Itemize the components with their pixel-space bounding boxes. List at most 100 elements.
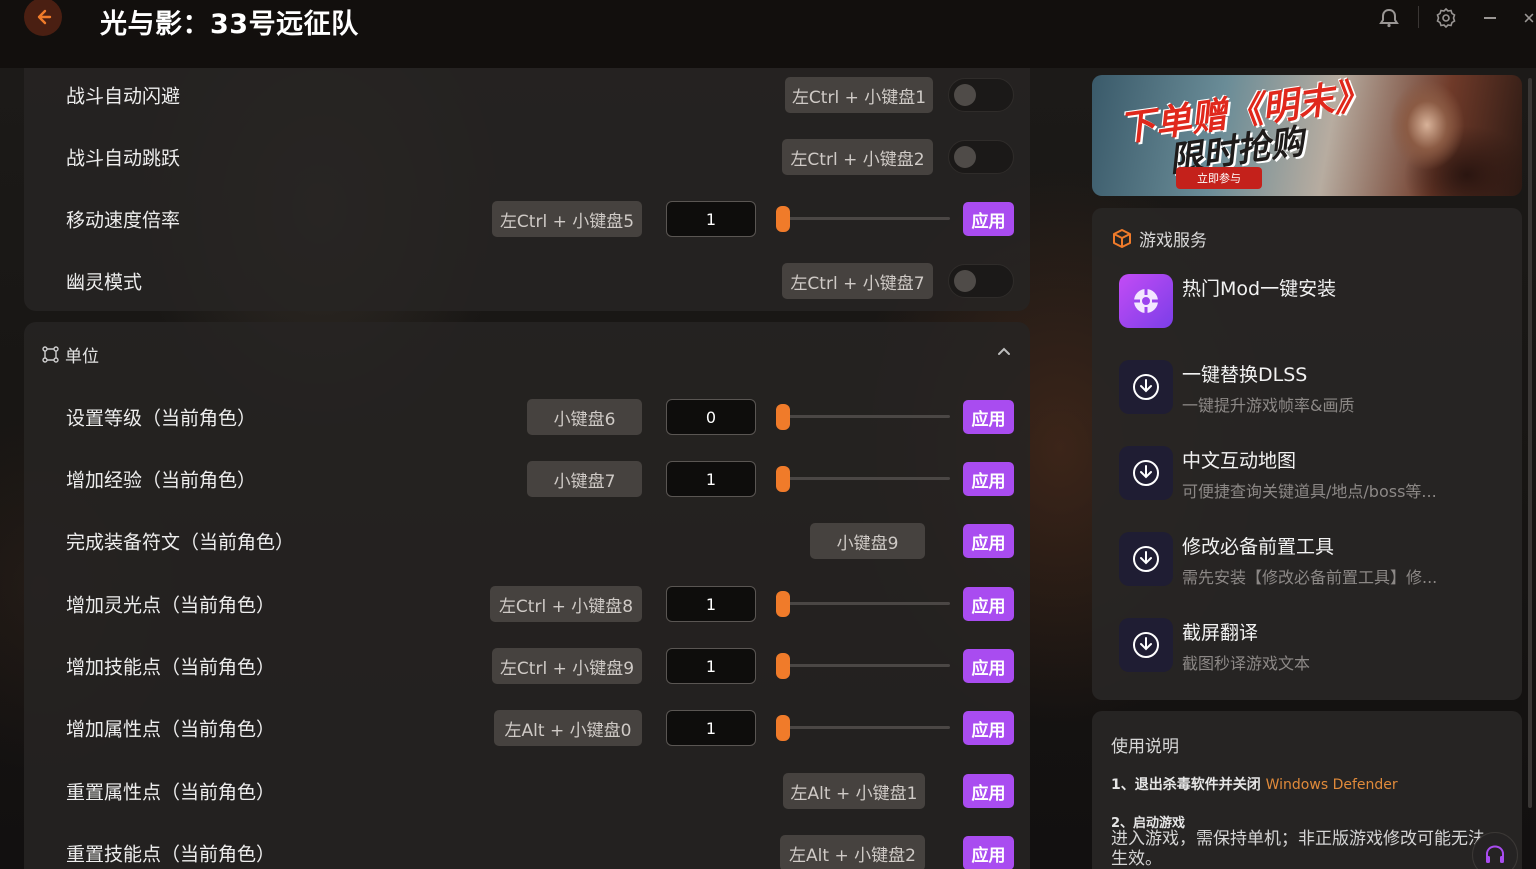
apply-button[interactable]: 应用 [963,649,1014,683]
apply-button[interactable]: 应用 [963,711,1014,745]
section-title: 单位 [65,347,99,367]
apply-button[interactable]: 应用 [963,836,1014,869]
cube-icon [1113,228,1131,248]
service-desc: 需先安装【修改必备前置工具】修... [1182,568,1438,587]
hotkey-button[interactable]: 左Ctrl + 小键盘2 [782,139,933,175]
cheat-label: 战斗自动闪避 [66,85,181,108]
cheat-label: 增加技能点（当前角色） [66,656,276,679]
value-slider[interactable] [776,652,950,680]
cheat-label: 重置属性点（当前角色） [66,781,276,804]
usage-step-2-desc: 进入游戏，需保持单机；非正版游戏修改可能无法生效。 [1111,829,1485,869]
apply-button[interactable]: 应用 [963,400,1014,434]
service-desc: 可便捷查询关键道具/地点/boss等... [1182,482,1437,501]
cheat-panel-unit: 单位 设置等级（当前角色） 小键盘6 0 应用 增加经验（当前角色） 小键盘7 … [24,322,1030,869]
usage-step-1: 1、退出杀毒软件并关闭 Windows Defender [1111,774,1398,794]
service-item[interactable]: 修改必备前置工具 需先安装【修改必备前置工具】修... [1119,532,1509,588]
banner-cta-button[interactable]: 立即参与 [1176,167,1262,189]
settings-button[interactable] [1434,6,1458,30]
value-slider[interactable] [776,714,950,742]
slider-thumb[interactable] [776,653,790,679]
slider-track [776,726,950,729]
app-title: 光与影：33号远征队 [100,9,359,40]
toggle-switch[interactable] [948,140,1014,174]
value-input[interactable]: 1 [666,461,756,497]
apply-button[interactable]: 应用 [963,462,1014,496]
close-icon [1524,13,1534,23]
slider-thumb[interactable] [776,715,790,741]
download-icon [1119,360,1173,414]
minimize-button[interactable] [1478,6,1502,30]
notification-button[interactable] [1377,6,1401,30]
usage-instructions: 使用说明 1、退出杀毒软件并关闭 Windows Defender 2、启动游戏… [1092,711,1522,869]
section-header[interactable]: 单位 [42,342,99,367]
back-button[interactable] [24,0,62,36]
value-input[interactable]: 0 [666,399,756,435]
value-slider[interactable] [776,205,950,233]
hotkey-button[interactable]: 左Alt + 小键盘2 [780,835,925,869]
value-input[interactable]: 1 [666,201,756,237]
promo-banner[interactable]: 下单赠《明末》 限时抢购 立即参与 [1092,75,1522,196]
cheat-row: 幽灵模式 左Ctrl + 小键盘7 [24,261,1030,301]
hotkey-button[interactable]: 左Ctrl + 小键盘1 [785,77,933,113]
value-slider[interactable] [776,403,950,431]
hotkey-button[interactable]: 小键盘6 [527,399,642,435]
cheat-label: 重置技能点（当前角色） [66,843,276,866]
service-item[interactable]: 截屏翻译 截图秒译游戏文本 [1119,618,1509,674]
service-item[interactable]: 热门Mod一键安装 [1119,274,1509,330]
slider-thumb[interactable] [776,404,790,430]
slider-thumb[interactable] [776,466,790,492]
service-title: 截屏翻译 [1182,622,1259,644]
slider-track [776,664,950,667]
value-slider[interactable] [776,465,950,493]
divider [1418,6,1419,28]
hotkey-button[interactable]: 左Ctrl + 小键盘8 [490,586,642,622]
value-input[interactable]: 1 [666,648,756,684]
cheat-label: 增加属性点（当前角色） [66,718,276,741]
headset-icon [1486,845,1504,863]
scrollbar[interactable] [1528,78,1532,808]
slider-track [776,602,950,605]
services-header: 游戏服务 [1111,226,1207,251]
toggle-knob [954,84,976,106]
hotkey-button[interactable]: 小键盘7 [527,461,642,497]
toggle-switch[interactable] [948,78,1014,112]
slider-thumb[interactable] [776,591,790,617]
cheat-row: 重置技能点（当前角色） 左Alt + 小键盘2 应用 [24,833,1030,869]
hotkey-button[interactable]: 左Ctrl + 小键盘9 [492,648,642,684]
cheat-row: 设置等级（当前角色） 小键盘6 0 应用 [24,397,1030,437]
cheat-label: 完成装备符文（当前角色） [66,531,295,554]
banner-character-art [1357,75,1522,196]
value-input[interactable]: 1 [666,586,756,622]
apply-button[interactable]: 应用 [963,774,1014,808]
close-button[interactable] [1522,6,1536,30]
service-title: 一键替换DLSS [1182,364,1308,386]
arrow-left-icon [37,9,52,25]
apply-button[interactable]: 应用 [963,587,1014,621]
cheat-row: 移动速度倍率 左Ctrl + 小键盘5 1 应用 [24,199,1030,239]
cheat-row: 重置属性点（当前角色） 左Alt + 小键盘1 应用 [24,771,1030,811]
cheat-row: 增加灵光点（当前角色） 左Ctrl + 小键盘8 1 应用 [24,584,1030,624]
value-input[interactable]: 1 [666,710,756,746]
download-icon [1119,618,1173,672]
chevron-up-icon[interactable] [996,344,1012,360]
title-bar: 光与影：33号远征队 [0,0,1536,68]
service-item[interactable]: 中文互动地图 可便捷查询关键道具/地点/boss等... [1119,446,1509,502]
hotkey-button[interactable]: 左Alt + 小键盘0 [494,710,642,746]
slider-thumb[interactable] [776,206,790,232]
service-item[interactable]: 一键替换DLSS 一键提升游戏帧率&画质 [1119,360,1509,416]
toggle-switch[interactable] [948,264,1014,298]
value-slider[interactable] [776,590,950,618]
apply-button[interactable]: 应用 [963,524,1014,558]
cheat-row: 战斗自动闪避 左Ctrl + 小键盘1 [24,75,1030,115]
cheat-label: 增加经验（当前角色） [66,469,257,492]
hotkey-button[interactable]: 左Alt + 小键盘1 [783,773,925,809]
service-title: 修改必备前置工具 [1182,536,1335,558]
apply-button[interactable]: 应用 [963,202,1014,236]
hotkey-button[interactable]: 左Ctrl + 小键盘5 [492,201,642,237]
download-icon [1119,532,1173,586]
usage-step-1-highlight: Windows Defender [1265,777,1398,793]
hotkey-button[interactable]: 左Ctrl + 小键盘7 [782,263,933,299]
bell-icon [1379,8,1399,28]
service-desc: 一键提升游戏帧率&画质 [1182,396,1355,415]
hotkey-button[interactable]: 小键盘9 [810,523,925,559]
